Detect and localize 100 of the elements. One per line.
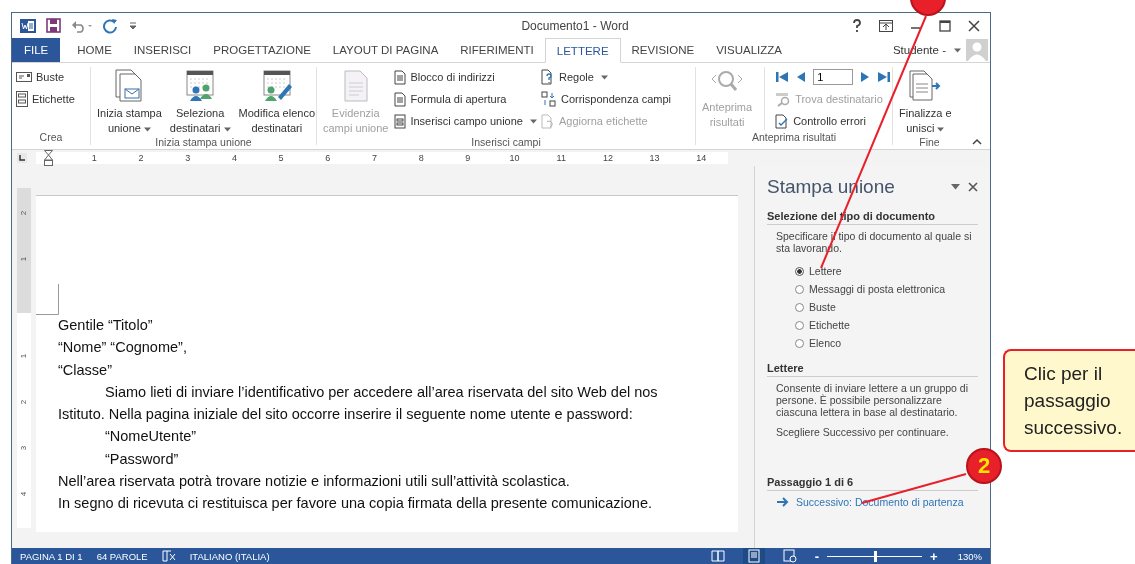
print-layout-icon[interactable] (742, 548, 765, 564)
close-icon[interactable] (968, 182, 978, 192)
ribbon-tab[interactable]: VISUALIZZA (705, 38, 794, 62)
next-step-link[interactable]: Successivo: Documento di partenza (767, 496, 978, 508)
option-label[interactable]: Etichette (809, 319, 850, 331)
ruler-number: 9 (464, 153, 472, 163)
ribbon-button[interactable]: Modifica elenco destinatari (236, 67, 317, 136)
ruler-number: 5 (277, 153, 285, 163)
option-label[interactable]: Elenco (809, 337, 842, 349)
ribbon-button[interactable]: Controllo errori (775, 112, 892, 130)
ribbon-button[interactable]: Corrispondenza campi (540, 90, 671, 108)
edit-list-icon (260, 69, 293, 103)
ribbon-button[interactable]: Finalizza e unisci (897, 67, 954, 136)
radio-button[interactable] (795, 320, 804, 330)
ruler-number: 3 (184, 153, 192, 163)
zoom-in-button[interactable]: + (930, 548, 938, 564)
ribbon-button[interactable]: Buste (16, 68, 75, 86)
ruler-number: 3 (19, 445, 29, 451)
ribbon-tab[interactable]: LAYOUT DI PAGINA (321, 38, 450, 62)
zoom-out-button[interactable]: - (814, 548, 820, 564)
close-icon[interactable] (968, 19, 980, 32)
radio-button[interactable] (795, 302, 804, 312)
first-record-icon[interactable] (775, 70, 790, 84)
option-label[interactable]: Messaggi di posta elettronica (809, 283, 945, 295)
next-record-icon[interactable] (860, 70, 871, 84)
ruler-number: 6 (324, 153, 332, 163)
section-heading: Lettere (767, 362, 978, 377)
ribbon-button[interactable]: Blocco di indirizzi (394, 68, 537, 86)
refresh-icon (540, 113, 555, 129)
group-label: Inizia stampa unione (154, 136, 253, 148)
ribbon-display-icon[interactable] (879, 19, 893, 32)
group-label: Fine (918, 136, 941, 148)
ribbon-tab[interactable]: HOME (66, 38, 123, 62)
collapse-ribbon-icon[interactable] (972, 138, 982, 145)
zoom-level: 130% (957, 550, 982, 562)
group-label: Crea (38, 131, 64, 145)
file-tab[interactable]: FILE (12, 38, 61, 62)
document-text: “NomeUtente” (104, 427, 198, 447)
status-text: ITALIANO (ITALIA) (189, 550, 270, 562)
finish-document-icon (908, 69, 943, 103)
help-icon[interactable] (852, 18, 862, 33)
question-document-icon (540, 69, 555, 85)
group-label: Inserisci campi (470, 136, 542, 148)
ribbon-tab[interactable]: LETTERE (544, 38, 621, 63)
ribbon-button[interactable]: Inizia stampa unione (95, 67, 164, 136)
save-icon[interactable] (46, 18, 61, 33)
ribbon-tab[interactable]: INSERISCI (122, 38, 203, 62)
tab-stop-icon[interactable] (17, 153, 27, 163)
customize-caret-icon[interactable] (129, 21, 137, 30)
ribbon-tab[interactable]: RIFERIMENTI (449, 38, 545, 62)
document-icon (394, 69, 407, 85)
indent-marker-icon[interactable] (44, 150, 53, 166)
margin-corner-mark (36, 284, 59, 315)
status-text: 64 PAROLE (96, 550, 148, 562)
status-text: PAGINA 1 DI 1 (20, 550, 83, 562)
ruler-number: 1 (19, 256, 29, 262)
window-title: Documento1 - Word (520, 18, 630, 33)
document-text: Gentile “Titolo” (58, 316, 154, 335)
ribbon-button[interactable]: Inserisci campo unione (394, 112, 537, 130)
arrow-icon (777, 497, 789, 507)
check-document-icon (775, 113, 790, 129)
envelope-icon (16, 71, 32, 83)
ribbon-button[interactable]: Formula di apertura (394, 90, 537, 108)
ruler-number: 1 (90, 153, 98, 163)
ruler-number: 13 (648, 153, 661, 163)
redo-icon[interactable] (103, 17, 119, 34)
record-field[interactable]: 1 (813, 69, 854, 85)
ruler-number: 2 (19, 210, 29, 216)
maximize-icon[interactable] (939, 19, 951, 32)
document-text: “Classe” (58, 360, 113, 380)
app-logo-icon (20, 17, 36, 34)
ruler-number: 1 (19, 353, 29, 359)
radio-button[interactable] (795, 266, 804, 276)
option-label[interactable]: Lettere (809, 265, 842, 277)
caret-icon (954, 47, 961, 53)
ruler-number: 7 (370, 153, 378, 163)
ruler-number: 10 (508, 153, 521, 163)
slider-thumb[interactable] (873, 550, 877, 562)
proofing-icon[interactable] (161, 550, 176, 562)
pane-menu-caret-icon[interactable] (951, 184, 960, 190)
label-sheet-icon (16, 91, 28, 107)
radio-button[interactable] (795, 284, 804, 294)
ribbon-tab[interactable]: PROGETTAZIONE (202, 38, 322, 62)
ruler-number: 2 (137, 153, 145, 163)
find-icon (775, 91, 792, 107)
ribbon-button[interactable]: Etichette (16, 90, 75, 108)
ribbon-tab[interactable]: REVISIONE (620, 38, 706, 62)
radio-button[interactable] (795, 338, 804, 348)
callout-marker: 2 (966, 448, 1002, 484)
group-label: Anteprima risultati (751, 131, 837, 145)
previous-record-icon[interactable] (796, 70, 807, 84)
ribbon-button[interactable]: Seleziona destinatari (167, 67, 233, 136)
ruler-number: 11 (555, 153, 567, 163)
ruler-number: 14 (695, 153, 708, 163)
document-text: Siamo lieti di inviare l’identificativo per accedere all’area riservata del sito Web del nos (104, 382, 659, 402)
ribbon-button[interactable]: Regole (540, 68, 671, 86)
match-fields-icon (540, 91, 557, 107)
last-record-icon[interactable] (877, 70, 892, 84)
option-label[interactable]: Buste (809, 301, 836, 313)
document-icon (394, 91, 407, 107)
